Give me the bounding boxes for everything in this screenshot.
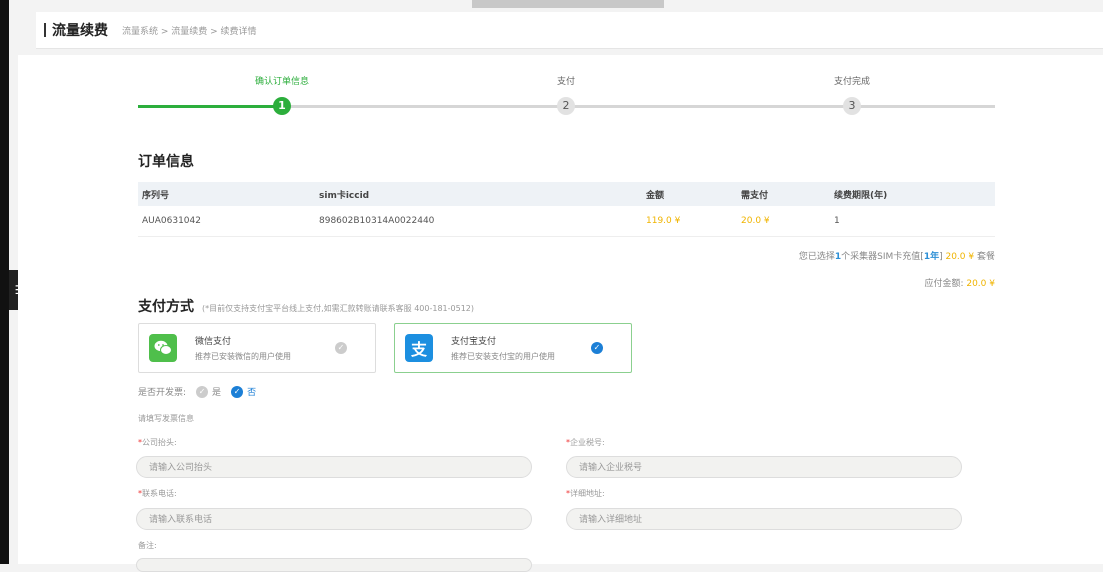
step-pay: 支付 2 [506, 75, 626, 115]
total-label: 应付金额: [924, 279, 964, 289]
company-label-text: 公司抬头 [142, 438, 174, 447]
wechat-name: 微信支付 [195, 337, 232, 347]
wechat-icon [149, 334, 177, 362]
step-label: 支付完成 [833, 77, 870, 87]
step-label: 确认订单信息 [254, 77, 309, 87]
step-number: 1 [273, 97, 291, 115]
alipay-desc: 推荐已安装支付宝的用户使用 [451, 352, 555, 361]
summary-package: 套餐 [976, 252, 995, 262]
summary-suffix: ] [939, 252, 943, 262]
phone-label-text: 联系电话 [142, 489, 174, 498]
page-header: 流量续费 流量系统 > 流量续费 > 续费详情 [36, 12, 1103, 49]
remark-label: 备注: [138, 541, 157, 550]
top-tab-indicator [472, 0, 664, 8]
radio-yes-label[interactable]: 是 [212, 385, 221, 398]
step-label: 支付 [556, 77, 575, 87]
left-sidebar-rail [0, 0, 9, 564]
step-confirm-order: 确认订单信息 1 [222, 75, 342, 115]
alipay-name: 支付宝支付 [451, 337, 497, 347]
summary-price: 20.0 ¥ [945, 252, 975, 262]
total-value: 20.0 ¥ [966, 279, 995, 289]
invoice-label: 是否开发票: [138, 388, 187, 398]
address-label: *详细地址: [566, 489, 605, 498]
summary-period: 1年 [923, 252, 940, 262]
step-number: 2 [557, 97, 575, 115]
cell-serial: AUA0631042 [138, 206, 315, 237]
cell-period: 1 [830, 206, 995, 237]
radio-yes[interactable]: ✓ [196, 385, 209, 398]
alipay-text: 支付宝支付 推荐已安装支付宝的用户使用 [451, 334, 581, 362]
column-header: 序列号 [138, 182, 315, 206]
alipay-option[interactable]: 支 支付宝支付 推荐已安装支付宝的用户使用 ✓ [394, 323, 632, 373]
order-info-title: 订单信息 [138, 154, 194, 170]
table-row: AUA0631042 898602B10314A0022440 119.0 ¥ … [138, 206, 995, 237]
summary-middle: 个采集器SIM卡充值[ [841, 252, 924, 262]
checked-icon: ✓ [591, 342, 603, 354]
main-content: 确认订单信息 1 支付 2 支付完成 3 订单信息 序列号 sim卡iccid … [18, 55, 1103, 572]
invoice-toggle: 是否开发票: ✓ 是 ✓ 否 [138, 385, 256, 398]
wechat-text: 微信支付 推荐已安装微信的用户使用 [195, 334, 325, 362]
tax-input[interactable]: 请输入企业税号 [566, 456, 962, 478]
radio-no-label[interactable]: 否 [247, 385, 256, 398]
remark-input[interactable] [136, 558, 532, 572]
address-label-text: 详细地址 [570, 489, 602, 498]
phone-label: *联系电话: [138, 489, 177, 498]
payment-method-title: 支付方式 (*目前仅支持支付宝平台线上支付,如需汇款转账请联系客服 400-181… [138, 296, 474, 316]
invoice-hint: 请填写发票信息 [138, 414, 194, 423]
cell-due: 20.0 ¥ [737, 206, 830, 237]
company-label: *公司抬头: [138, 438, 177, 447]
radio-no[interactable]: ✓ [231, 385, 244, 398]
remark-label-text: 备注 [138, 541, 154, 550]
total-amount: 应付金额: 20.0 ¥ [924, 276, 995, 289]
tax-label: *企业税号: [566, 438, 605, 447]
summary-prefix: 您已选择 [798, 252, 835, 262]
step-complete: 支付完成 3 [792, 75, 912, 115]
column-header: 需支付 [737, 182, 830, 206]
unchecked-icon: ✓ [335, 342, 347, 354]
phone-input[interactable]: 请输入联系电话 [136, 508, 532, 530]
progress-steps: 确认订单信息 1 支付 2 支付完成 3 [138, 75, 995, 135]
selection-summary: 您已选择1个采集器SIM卡充值[1年] 20.0 ¥ 套餐 [799, 249, 995, 262]
wechat-pay-option[interactable]: 微信支付 推荐已安装微信的用户使用 ✓ [138, 323, 376, 373]
tax-label-text: 企业税号 [570, 438, 602, 447]
column-header: sim卡iccid [315, 182, 642, 206]
column-header: 金额 [642, 182, 737, 206]
table-header-row: 序列号 sim卡iccid 金额 需支付 续费期限(年) [138, 182, 995, 206]
address-input[interactable]: 请输入详细地址 [566, 508, 962, 530]
page-title: 流量续费 [52, 23, 108, 39]
title-divider [44, 23, 46, 37]
wechat-desc: 推荐已安装微信的用户使用 [195, 352, 291, 361]
payment-note: (*目前仅支持支付宝平台线上支付,如需汇款转账请联系客服 400-181-051… [202, 304, 474, 313]
cell-amount: 119.0 ¥ [642, 206, 737, 237]
step-number: 3 [843, 97, 861, 115]
column-header: 续费期限(年) [830, 182, 995, 206]
breadcrumb: 流量系统 > 流量续费 > 续费详情 [122, 26, 257, 37]
company-input[interactable]: 请输入公司抬头 [136, 456, 532, 478]
payment-title-text: 支付方式 [138, 299, 194, 315]
alipay-icon: 支 [405, 334, 433, 362]
order-table: 序列号 sim卡iccid 金额 需支付 续费期限(年) AUA0631042 … [138, 182, 995, 237]
cell-iccid: 898602B10314A0022440 [315, 206, 642, 237]
